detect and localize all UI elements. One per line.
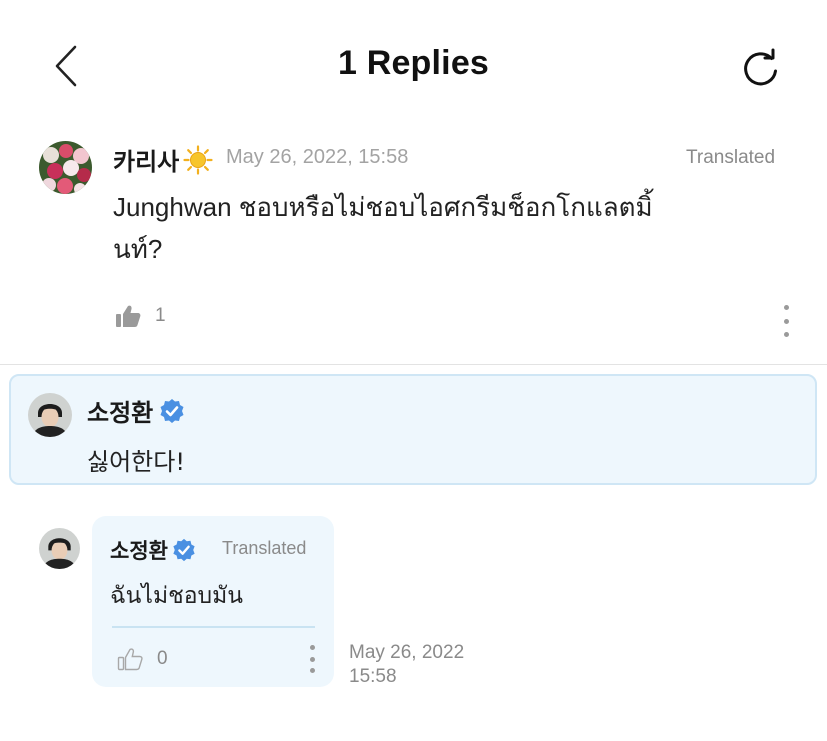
- divider: [0, 364, 827, 365]
- reply-time: 15:58: [349, 666, 397, 687]
- translated-label[interactable]: Translated: [686, 147, 775, 169]
- refresh-icon: [744, 48, 777, 86]
- bubble-divider: [112, 626, 315, 628]
- like-button[interactable]: 1: [115, 304, 166, 328]
- bubble-text: ฉันไม่ชอบมัน: [110, 582, 244, 608]
- reply-author-name: 소정환: [87, 399, 154, 427]
- bubble-author[interactable]: 소정환: [110, 535, 196, 565]
- like-button[interactable]: 0: [117, 647, 168, 671]
- page-title: 1 Replies: [337, 44, 490, 82]
- bubble-author-name: 소정환: [110, 539, 168, 563]
- sun-icon: [183, 144, 213, 175]
- comment-date: May 26, 2022, 15:58: [226, 146, 409, 168]
- verified-badge-icon: [173, 538, 195, 562]
- comment-author[interactable]: 카리사: [113, 142, 213, 177]
- comment-author-name: 카리사: [113, 148, 180, 176]
- like-count: 1: [155, 305, 166, 326]
- reply-timestamp: May 26, 2022 15:58: [349, 641, 464, 689]
- reply-date: May 26, 2022: [349, 642, 465, 663]
- more-options-button[interactable]: [302, 645, 322, 673]
- comment-text: Junghwan ชอบหรือไม่ชอบไอศกรีมช็อกโกแลตมิ…: [113, 192, 653, 264]
- more-options-button[interactable]: [776, 305, 796, 337]
- translated-label[interactable]: Translated: [222, 538, 306, 559]
- like-count: 0: [157, 648, 168, 669]
- avatar[interactable]: [39, 528, 80, 569]
- header-bar: 1 Replies: [0, 0, 827, 130]
- thumbs-up-icon: [116, 305, 141, 327]
- refresh-button[interactable]: [737, 44, 785, 92]
- thumbs-up-outline-icon: [117, 648, 143, 671]
- verified-badge-icon: [160, 398, 184, 423]
- reply-author[interactable]: 소정환: [87, 393, 185, 428]
- reply-text: 싫어한다!: [87, 448, 185, 476]
- avatar[interactable]: [39, 141, 92, 194]
- avatar[interactable]: [28, 393, 72, 437]
